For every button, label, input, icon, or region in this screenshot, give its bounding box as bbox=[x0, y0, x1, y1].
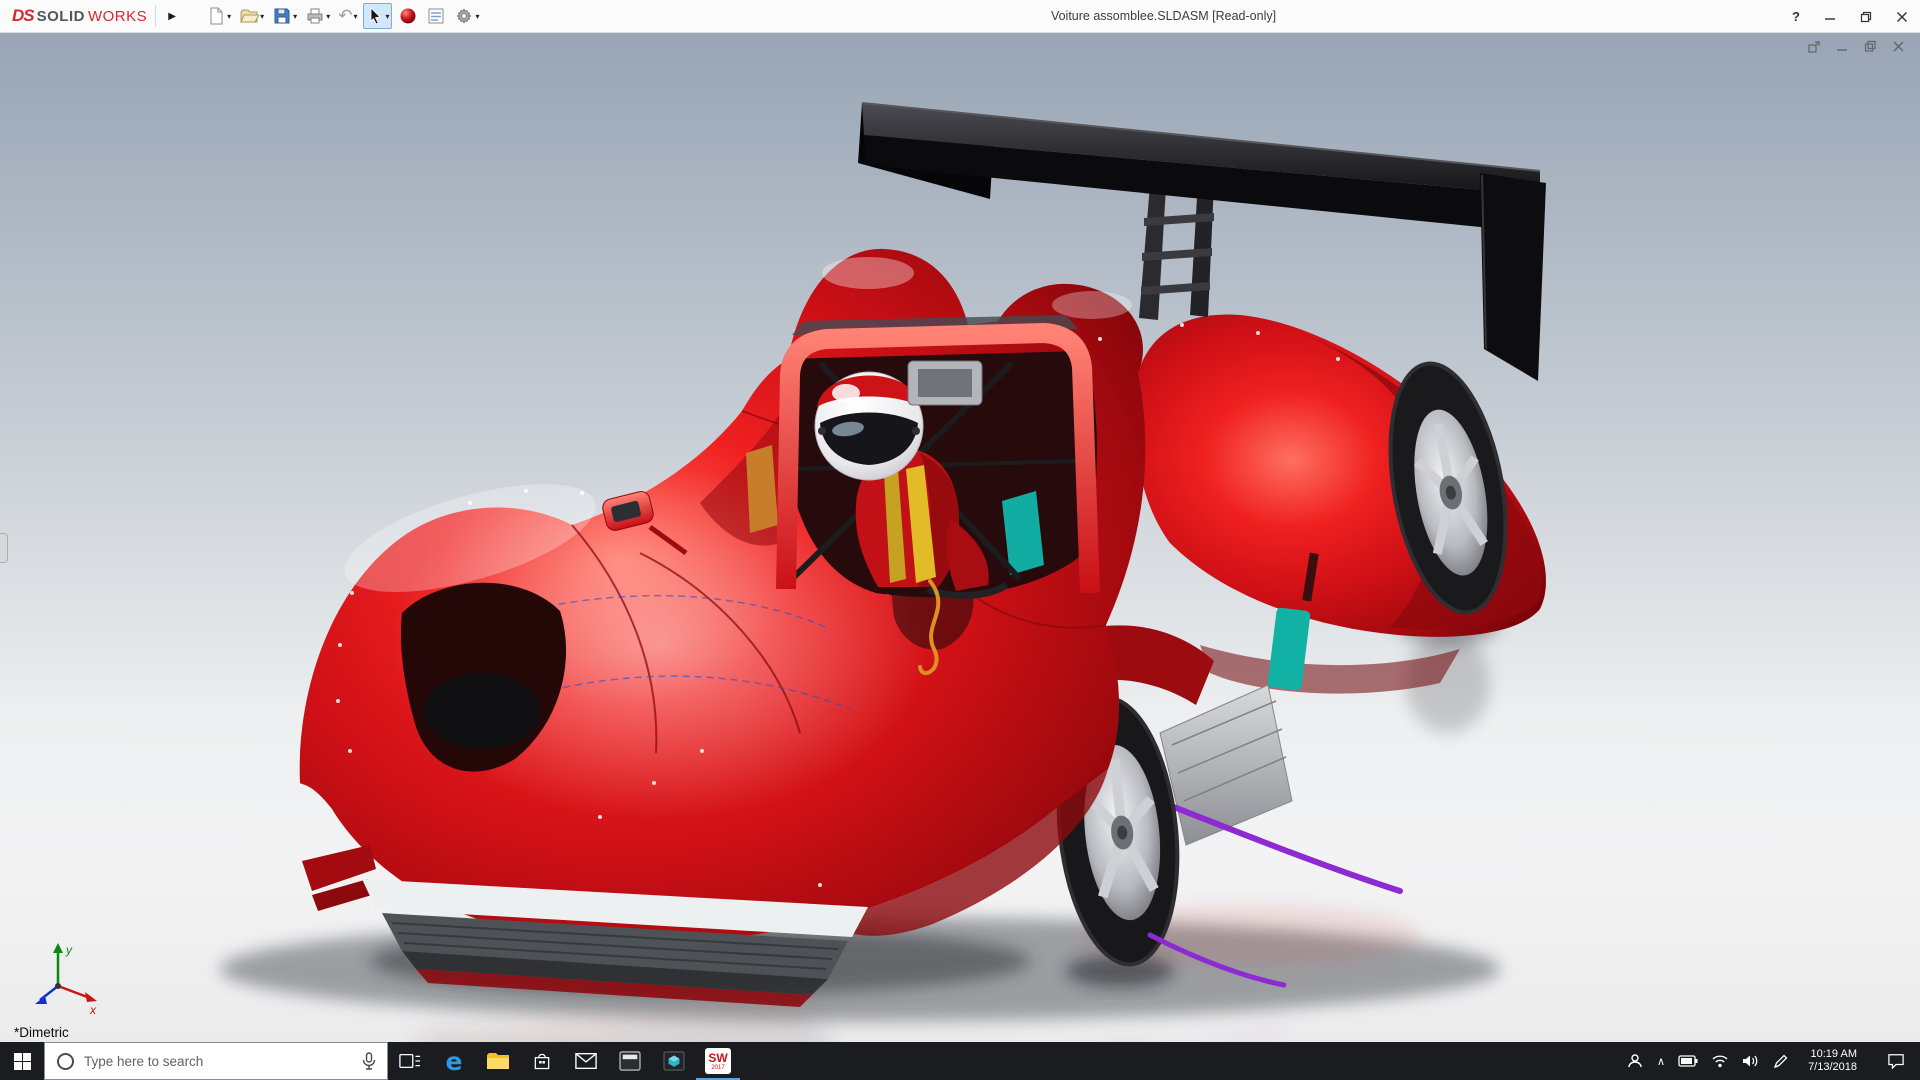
battery-icon[interactable] bbox=[1678, 1055, 1698, 1067]
system-tray: ∧ 10:19 AM 7/13/2018 bbox=[1626, 1048, 1920, 1074]
y-axis-arrow bbox=[53, 943, 63, 953]
solidworks-window: DS SOLID WORKS ▶ ▾ ▾ ▾ ▾ ↶ ▾ ▾ ▾ Voiture… bbox=[0, 0, 1920, 1080]
mail-icon bbox=[575, 1052, 597, 1070]
file-explorer-icon bbox=[487, 1053, 509, 1069]
caret-down-icon: ▾ bbox=[353, 11, 358, 21]
solidworks-logo: DS SOLID WORKS bbox=[12, 6, 147, 26]
network-icon[interactable] bbox=[1711, 1054, 1729, 1068]
caret-down-icon: ▾ bbox=[260, 11, 265, 21]
appearance-sphere-icon bbox=[400, 8, 416, 24]
action-center-icon bbox=[1888, 1054, 1904, 1069]
caret-down-icon: ▾ bbox=[326, 11, 331, 21]
window-controls: ? bbox=[1792, 0, 1908, 33]
windows-logo-icon bbox=[13, 1052, 31, 1070]
undo-icon: ↶ bbox=[338, 6, 353, 25]
doc-restore-icon[interactable] bbox=[1863, 39, 1878, 54]
select-cursor-icon bbox=[371, 7, 382, 25]
solidworks-taskbar-button[interactable]: SW 2017 bbox=[696, 1042, 740, 1080]
restore-icon bbox=[1860, 11, 1872, 22]
task-view-icon bbox=[399, 1053, 421, 1069]
doc-minimize-icon[interactable] bbox=[1835, 39, 1850, 54]
edge-button[interactable]: e bbox=[432, 1042, 476, 1080]
doc-close-icon[interactable] bbox=[1891, 39, 1906, 54]
console-app-icon bbox=[619, 1051, 641, 1071]
solidworks-app-icon: SW 2017 bbox=[705, 1048, 731, 1074]
cad-viewer-button[interactable] bbox=[652, 1042, 696, 1080]
caret-down-icon: ▾ bbox=[475, 11, 480, 21]
gear-icon bbox=[457, 8, 473, 24]
quick-access-toolbar: ▾ ▾ ▾ ▾ ↶ ▾ ▾ ▾ bbox=[204, 3, 481, 29]
windows-ink-icon[interactable] bbox=[1773, 1053, 1789, 1069]
x-axis-arrow bbox=[85, 992, 97, 1002]
options-button[interactable]: ▾ bbox=[452, 3, 481, 29]
console-app-button[interactable] bbox=[608, 1042, 652, 1080]
menu-flyout-button[interactable]: ▶ bbox=[164, 11, 180, 22]
sw-tile-year: 2017 bbox=[711, 1064, 725, 1071]
sheet-button[interactable] bbox=[424, 3, 448, 29]
3d-model-canvas[interactable] bbox=[0, 33, 1920, 1042]
taskbar-search[interactable] bbox=[44, 1042, 388, 1080]
search-input[interactable] bbox=[84, 1053, 351, 1069]
volume-icon[interactable] bbox=[1742, 1054, 1760, 1068]
graphics-area[interactable]: y x *Dimetric bbox=[0, 33, 1920, 1042]
mail-button[interactable] bbox=[564, 1042, 608, 1080]
caret-down-icon: ▾ bbox=[293, 11, 298, 21]
help-button[interactable]: ? bbox=[1792, 9, 1800, 24]
ds-logo-icon: DS bbox=[12, 6, 35, 25]
close-icon bbox=[1897, 11, 1907, 22]
save-icon bbox=[274, 8, 290, 24]
brand-text-solid: SOLID bbox=[36, 8, 85, 25]
windows-taskbar: e bbox=[0, 1042, 1920, 1080]
brand-text-works: WORKS bbox=[87, 8, 148, 25]
cortana-icon bbox=[57, 1052, 74, 1070]
file-explorer-button[interactable] bbox=[476, 1042, 520, 1080]
separator bbox=[155, 5, 157, 27]
sheet-icon bbox=[428, 8, 444, 24]
store-icon bbox=[534, 1053, 550, 1070]
hidden-icons-chevron[interactable]: ∧ bbox=[1657, 1055, 1665, 1068]
clock-date: 7/13/2018 bbox=[1808, 1061, 1857, 1073]
view-orientation-label: *Dimetric bbox=[14, 1025, 69, 1040]
caret-down-icon: ▾ bbox=[385, 11, 390, 21]
front-canards bbox=[302, 845, 376, 911]
new-document-button[interactable]: ▾ bbox=[204, 3, 233, 29]
store-button[interactable] bbox=[520, 1042, 564, 1080]
orientation-triad[interactable]: y x bbox=[26, 940, 106, 1016]
race-car-model[interactable] bbox=[299, 102, 1546, 1007]
taskbar-clock[interactable]: 10:19 AM 7/13/2018 bbox=[1802, 1048, 1863, 1074]
print-icon bbox=[307, 8, 323, 24]
document-title: Voiture assomblee.SLDASM [Read-only] bbox=[1050, 9, 1277, 23]
minimize-button[interactable] bbox=[1824, 11, 1836, 23]
microphone-icon[interactable] bbox=[361, 1052, 377, 1070]
sw-tile-text: SW bbox=[708, 1050, 728, 1065]
minimize-icon bbox=[1825, 17, 1835, 20]
print-button[interactable]: ▾ bbox=[303, 3, 332, 29]
doc-float-icon[interactable] bbox=[1807, 39, 1822, 54]
cad-viewer-icon bbox=[663, 1051, 685, 1071]
x-axis-label: x bbox=[89, 1003, 97, 1016]
clock-time: 10:19 AM bbox=[1810, 1048, 1857, 1060]
start-button[interactable] bbox=[0, 1042, 44, 1080]
people-icon[interactable] bbox=[1626, 1053, 1644, 1069]
y-axis-label: y bbox=[65, 943, 73, 957]
document-window-controls bbox=[1807, 39, 1906, 54]
select-tool-button[interactable]: ▾ bbox=[363, 3, 393, 29]
wing-struts bbox=[1139, 181, 1214, 320]
edge-icon: e bbox=[445, 1046, 463, 1076]
panel-collapse-tab[interactable] bbox=[0, 533, 8, 563]
new-document-icon bbox=[210, 7, 223, 25]
action-center-button[interactable] bbox=[1876, 1053, 1916, 1069]
open-button[interactable]: ▾ bbox=[237, 3, 266, 29]
open-icon bbox=[240, 9, 260, 23]
restore-button[interactable] bbox=[1860, 11, 1872, 23]
title-bar: DS SOLID WORKS ▶ ▾ ▾ ▾ ▾ ↶ ▾ ▾ ▾ Voiture… bbox=[0, 0, 1920, 33]
driver-helmet bbox=[814, 371, 924, 481]
close-button[interactable] bbox=[1896, 11, 1908, 23]
appearance-button[interactable] bbox=[396, 3, 420, 29]
save-button[interactable]: ▾ bbox=[270, 3, 299, 29]
caret-down-icon: ▾ bbox=[227, 11, 232, 21]
undo-button[interactable]: ↶ ▾ bbox=[336, 3, 359, 29]
task-view-button[interactable] bbox=[388, 1042, 432, 1080]
